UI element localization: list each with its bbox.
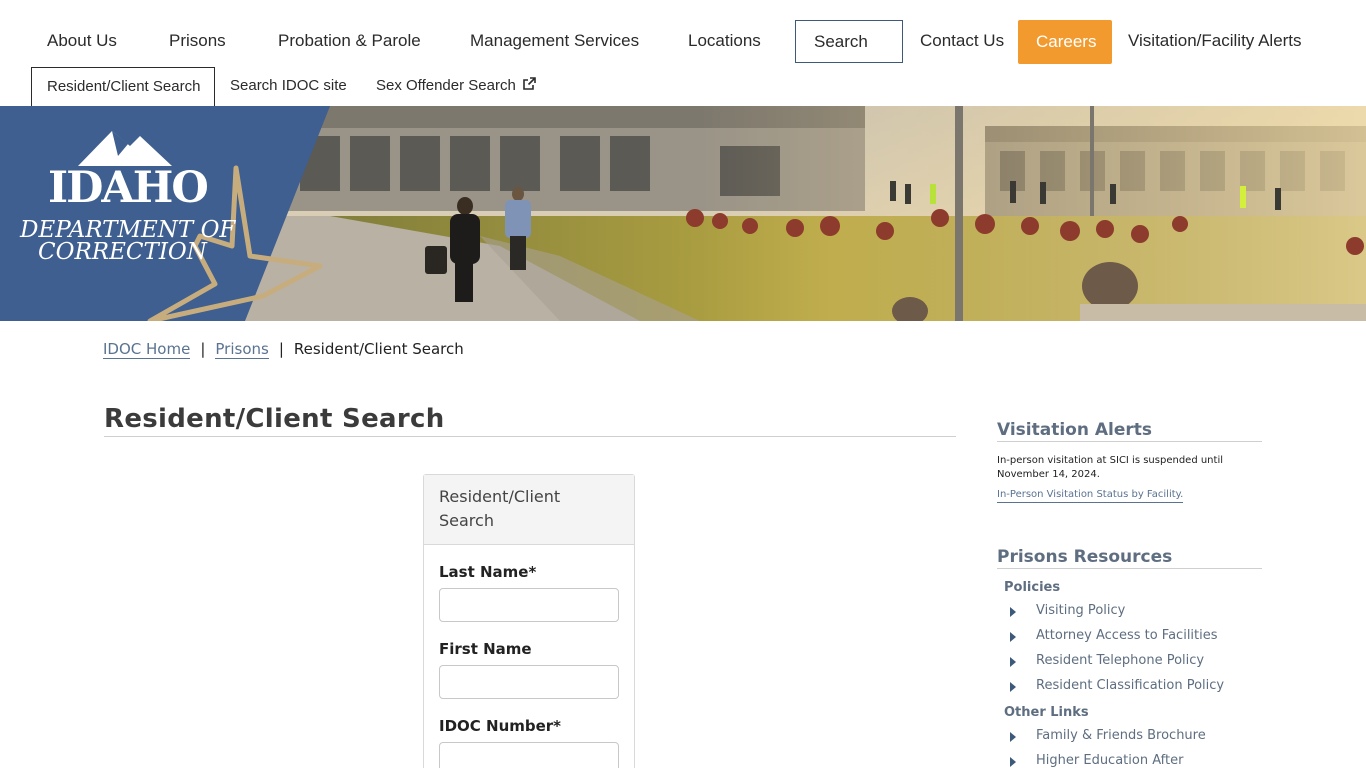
breadcrumb-current: Resident/Client Search xyxy=(293,340,464,358)
resource-group-other-links: Other Links xyxy=(1004,705,1089,720)
resource-link-label: Resident Telephone Policy xyxy=(1036,653,1205,668)
last-name-input[interactable] xyxy=(439,588,619,622)
resident-search-form: Resident/Client Search Last Name* First … xyxy=(423,474,635,768)
idoc-number-input[interactable] xyxy=(439,742,619,768)
top-navigation: About Us Prisons Probation & Parole Mana… xyxy=(0,0,1366,107)
subnav-sex-offender-label: Sex Offender Search xyxy=(376,77,516,94)
nav-about-us[interactable]: About Us xyxy=(47,20,117,64)
main-nav: About Us Prisons Probation & Parole Mana… xyxy=(0,20,1366,64)
sub-nav: Resident/Client Search Search IDOC site … xyxy=(0,67,1366,107)
prisons-resources: Prisons Resources Policies Visiting Poli… xyxy=(997,547,1262,768)
resource-link-visiting-policy[interactable]: Visiting Policy xyxy=(1010,602,1262,620)
form-body: Last Name* First Name IDOC Number* xyxy=(424,563,634,768)
resource-link-telephone-policy[interactable]: Resident Telephone Policy xyxy=(1010,652,1262,670)
caret-right-icon xyxy=(1010,607,1016,617)
breadcrumb: IDOC Home | Prisons | Resident/Client Search xyxy=(103,340,464,359)
nav-prisons[interactable]: Prisons xyxy=(169,20,226,64)
form-header: Resident/Client Search xyxy=(424,475,634,545)
last-name-label: Last Name* xyxy=(439,563,537,581)
visitation-alerts-heading: Visitation Alerts xyxy=(997,420,1262,442)
header-banner: IDAHO DEPARTMENT OF CORRECTION xyxy=(0,106,1366,321)
nav-probation-parole[interactable]: Probation & Parole xyxy=(278,20,421,64)
resource-link-classification-policy[interactable]: Resident Classification Policy xyxy=(1010,677,1262,695)
caret-right-icon xyxy=(1010,632,1016,642)
resource-link-attorney-access[interactable]: Attorney Access to Facilities xyxy=(1010,627,1262,645)
caret-right-icon xyxy=(1010,757,1016,767)
prisons-resources-heading: Prisons Resources xyxy=(997,547,1262,569)
page-title: Resident/Client Search xyxy=(104,404,956,437)
first-name-input[interactable] xyxy=(439,665,619,699)
subnav-sex-offender-search[interactable]: Sex Offender Search xyxy=(376,67,536,106)
logo-correction-text: CORRECTION xyxy=(38,239,207,265)
alert-text: In-person visitation at SICI is suspende… xyxy=(997,455,1223,480)
nav-locations[interactable]: Locations xyxy=(688,20,761,64)
resource-link-label: Attorney Access to Facilities xyxy=(1036,628,1218,643)
first-name-label: First Name xyxy=(439,640,532,658)
subnav-search-idoc-site[interactable]: Search IDOC site xyxy=(230,67,347,106)
resource-link-higher-education[interactable]: Higher Education After xyxy=(1010,752,1262,768)
nav-careers-button[interactable]: Careers xyxy=(1018,20,1112,64)
external-link-icon xyxy=(523,77,536,90)
subnav-resident-search[interactable]: Resident/Client Search xyxy=(31,67,215,107)
resource-link-label: Family & Friends Brochure xyxy=(1036,728,1206,743)
logo-idaho-text: IDAHO xyxy=(48,163,209,213)
resource-link-label: Resident Classification Policy xyxy=(1036,678,1225,693)
sidebar: Visitation Alerts In-person visitation a… xyxy=(997,420,1262,768)
idoc-number-label: IDOC Number* xyxy=(439,717,562,735)
breadcrumb-separator: | xyxy=(200,340,206,358)
idoc-logo[interactable] xyxy=(0,106,330,321)
nav-visitation-alerts[interactable]: Visitation/Facility Alerts xyxy=(1128,20,1302,64)
resource-link-label: Visiting Policy xyxy=(1036,603,1126,618)
resource-group-policies: Policies xyxy=(1004,580,1061,595)
resource-link-label: Higher Education After xyxy=(1036,753,1184,768)
nav-management-services[interactable]: Management Services xyxy=(470,20,639,64)
resource-link-family-brochure[interactable]: Family & Friends Brochure xyxy=(1010,727,1262,745)
breadcrumb-separator: | xyxy=(278,340,284,358)
caret-right-icon xyxy=(1010,682,1016,692)
caret-right-icon xyxy=(1010,732,1016,742)
nav-contact-us[interactable]: Contact Us xyxy=(920,20,1004,64)
nav-search[interactable]: Search xyxy=(795,20,903,63)
caret-right-icon xyxy=(1010,657,1016,667)
breadcrumb-prisons[interactable]: Prisons xyxy=(215,340,269,359)
breadcrumb-home[interactable]: IDOC Home xyxy=(103,340,191,359)
visitation-status-link[interactable]: In-Person Visitation Status by Facility. xyxy=(997,488,1184,503)
